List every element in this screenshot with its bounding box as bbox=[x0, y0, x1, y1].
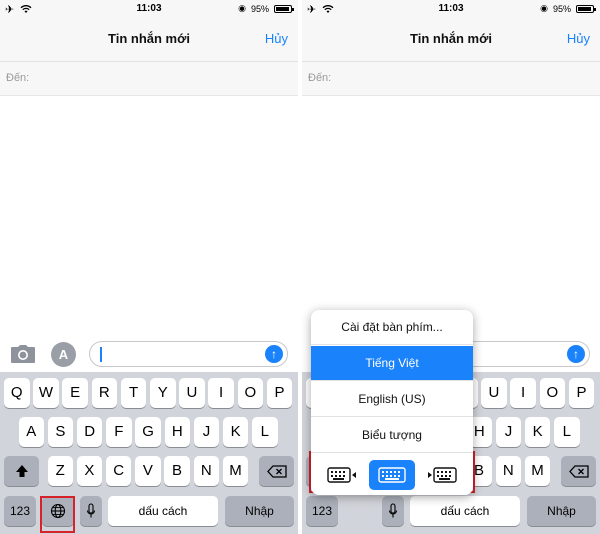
camera-icon[interactable] bbox=[10, 344, 36, 364]
recipient-field[interactable]: Đến: bbox=[0, 62, 298, 96]
nav-bar: Tin nhắn mới Hủy bbox=[302, 18, 600, 62]
keyboard-switcher-popup: Cài đặt bàn phím... Tiếng Việt English (… bbox=[311, 310, 473, 495]
key-u[interactable]: U bbox=[481, 378, 507, 408]
key-v[interactable]: V bbox=[135, 456, 161, 486]
key-i[interactable]: I bbox=[510, 378, 536, 408]
key-p[interactable]: P bbox=[568, 378, 595, 408]
backspace-icon bbox=[266, 465, 287, 478]
popup-item-keyboard-settings[interactable]: Cài đặt bàn phím... bbox=[311, 310, 473, 345]
key-u[interactable]: U bbox=[179, 378, 205, 408]
key-k[interactable]: K bbox=[524, 417, 551, 447]
recipient-label: Đến: bbox=[308, 72, 332, 84]
key-a[interactable]: A bbox=[18, 417, 44, 447]
status-right: ◉ 95% bbox=[238, 3, 294, 14]
key-k[interactable]: K bbox=[222, 417, 249, 447]
backspace-key[interactable] bbox=[259, 456, 294, 486]
popup-item-english-us[interactable]: English (US) bbox=[311, 382, 473, 417]
battery-icon bbox=[576, 4, 596, 13]
key-j[interactable]: J bbox=[193, 417, 220, 447]
keyboard-right-icon bbox=[428, 467, 457, 483]
globe-key-highlight bbox=[40, 496, 75, 533]
dictation-key[interactable] bbox=[80, 496, 102, 526]
dictation-key[interactable] bbox=[382, 496, 404, 526]
right-handed-keyboard-button[interactable] bbox=[419, 460, 465, 490]
microphone-icon bbox=[388, 503, 398, 518]
battery-percent: 95% bbox=[250, 3, 269, 14]
key-t[interactable]: T bbox=[120, 378, 147, 408]
key-r[interactable]: R bbox=[91, 378, 118, 408]
key-q[interactable]: Q bbox=[4, 378, 30, 408]
shift-icon bbox=[15, 465, 28, 477]
backspace-icon bbox=[568, 465, 589, 478]
key-h[interactable]: H bbox=[164, 417, 190, 447]
key-j[interactable]: J bbox=[495, 417, 522, 447]
orientation-lock-icon: ◉ bbox=[238, 3, 246, 13]
text-caret bbox=[100, 347, 102, 362]
return-key[interactable]: Nhập bbox=[527, 496, 596, 526]
key-x[interactable]: X bbox=[76, 456, 103, 486]
numbers-key[interactable]: 123 bbox=[4, 496, 36, 526]
key-o[interactable]: O bbox=[237, 378, 264, 408]
page-title: Tin nhắn mới bbox=[410, 31, 492, 46]
space-bar[interactable]: dấu cách bbox=[410, 496, 520, 526]
shift-key[interactable] bbox=[4, 456, 39, 486]
message-input[interactable]: ↑ bbox=[89, 341, 288, 367]
key-g[interactable]: G bbox=[135, 417, 161, 447]
key-d[interactable]: D bbox=[76, 417, 103, 447]
nav-bar: Tin nhắn mới Hủy bbox=[0, 18, 298, 62]
keyboard-layout-selector bbox=[311, 455, 473, 495]
status-right: ◉ 95% bbox=[540, 3, 596, 14]
key-l[interactable]: L bbox=[252, 417, 278, 447]
key-n[interactable]: N bbox=[495, 456, 521, 486]
battery-icon bbox=[274, 4, 294, 13]
battery-percent: 95% bbox=[552, 3, 571, 14]
page-title: Tin nhắn mới bbox=[108, 31, 190, 46]
numbers-key[interactable]: 123 bbox=[306, 496, 338, 526]
key-n[interactable]: N bbox=[193, 456, 219, 486]
keyboard-icon bbox=[378, 467, 406, 483]
status-bar: ✈ 11:03 ◉ 95% bbox=[302, 0, 600, 18]
full-keyboard-button[interactable] bbox=[369, 460, 415, 490]
send-button[interactable]: ↑ bbox=[265, 345, 283, 363]
cancel-button[interactable]: Hủy bbox=[265, 31, 288, 46]
key-p[interactable]: P bbox=[266, 378, 293, 408]
left-handed-keyboard-button[interactable] bbox=[319, 460, 365, 490]
recipient-label: Đến: bbox=[6, 72, 30, 84]
key-o[interactable]: O bbox=[539, 378, 566, 408]
key-y[interactable]: Y bbox=[150, 378, 176, 408]
popup-item-vietnamese[interactable]: Tiếng Việt bbox=[311, 346, 473, 381]
orientation-lock-icon: ◉ bbox=[540, 3, 548, 13]
battery-fill bbox=[578, 6, 592, 11]
key-b[interactable]: B bbox=[164, 456, 190, 486]
keyboard-left-icon bbox=[327, 467, 356, 483]
key-i[interactable]: I bbox=[208, 378, 234, 408]
status-bar: ✈ 11:03 ◉ 95% bbox=[0, 0, 298, 18]
app-store-icon[interactable]: A bbox=[51, 342, 76, 367]
key-s[interactable]: S bbox=[47, 417, 74, 447]
microphone-icon bbox=[86, 503, 96, 518]
key-c[interactable]: C bbox=[105, 456, 132, 486]
key-m[interactable]: M bbox=[524, 456, 551, 486]
key-e[interactable]: E bbox=[62, 378, 88, 408]
battery-fill bbox=[276, 6, 290, 11]
recipient-field[interactable]: Đến: bbox=[302, 62, 600, 96]
backspace-key[interactable] bbox=[561, 456, 596, 486]
key-f[interactable]: F bbox=[106, 417, 132, 447]
key-m[interactable]: M bbox=[222, 456, 249, 486]
compose-bar: A↑ bbox=[0, 336, 298, 372]
send-button[interactable]: ↑ bbox=[567, 345, 585, 363]
space-bar[interactable]: dấu cách bbox=[108, 496, 218, 526]
cancel-button[interactable]: Hủy bbox=[567, 31, 590, 46]
key-w[interactable]: W bbox=[33, 378, 59, 408]
return-key[interactable]: Nhập bbox=[225, 496, 294, 526]
key-z[interactable]: Z bbox=[47, 456, 73, 486]
popup-item-emoji[interactable]: Biểu tượng bbox=[311, 418, 473, 453]
key-l[interactable]: L bbox=[554, 417, 580, 447]
phone-screen-left: ✈ 11:03 ◉ 95% Tin nhắn mới Hủy Đến: A ↑ Q W E R T Y U I O… bbox=[0, 0, 298, 534]
